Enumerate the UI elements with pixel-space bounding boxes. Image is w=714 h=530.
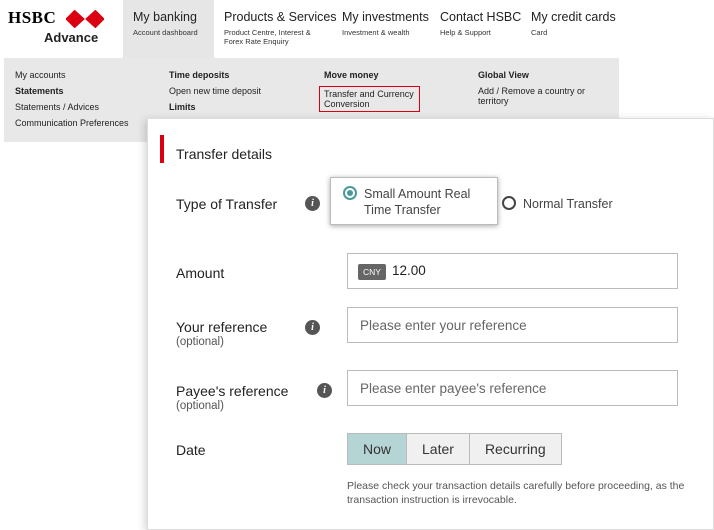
menu-link-communication-preferences[interactable]: Communication Preferences	[15, 118, 129, 128]
nav-tab-sublabel: Investment & wealth	[342, 28, 410, 37]
brand-tier: Advance	[44, 30, 99, 45]
date-label: Date	[176, 442, 206, 458]
nav-tab-my-credit-cards[interactable]: My credit cards Card	[521, 0, 621, 58]
amount-value[interactable]: 12.00	[392, 263, 426, 278]
nav-tab-label: Contact HSBC	[440, 10, 522, 24]
nav-tab-sublabel: Help & Support	[440, 28, 491, 37]
info-icon[interactable]: i	[317, 383, 332, 398]
transfer-details-panel: Transfer details Type of Transfer i Smal…	[147, 118, 714, 530]
section-title: Transfer details	[176, 146, 272, 162]
menu-link-transfer-currency-conversion[interactable]: Transfer and Currency Conversion	[319, 86, 420, 112]
nav-tab-sublabel: Account dashboard	[133, 28, 198, 37]
radio-small-amount-realtime[interactable]	[343, 186, 357, 200]
date-option-later[interactable]: Later	[407, 434, 470, 464]
menu-column-accounts: My accounts Statements Statements / Advi…	[15, 70, 129, 134]
menu-link-open-time-deposit[interactable]: Open new time deposit	[169, 86, 261, 96]
date-selector: Now Later Recurring	[347, 433, 562, 465]
nav-tab-contact-hsbc[interactable]: Contact HSBC Help & Support	[430, 0, 522, 58]
nav-tab-products-services[interactable]: Products & Services Product Centre, Inte…	[214, 0, 337, 58]
menu-heading-time-deposits: Time deposits	[169, 70, 230, 80]
nav-tab-sublabel: Product Centre, Interest & Forex Rate En…	[224, 28, 311, 46]
radio-normal-transfer-label[interactable]: Normal Transfer	[523, 196, 613, 212]
payee-reference-label: Payee's reference	[176, 383, 289, 399]
nav-tab-label: My investments	[342, 10, 429, 24]
amount-field[interactable]: CNY 12.00	[347, 253, 678, 289]
info-icon[interactable]: i	[305, 320, 320, 335]
menu-link-my-accounts[interactable]: My accounts	[15, 70, 129, 80]
hexagon-logo-icon	[66, 10, 104, 28]
your-reference-label: Your reference	[176, 319, 268, 335]
nav-tab-my-investments[interactable]: My investments Investment & wealth	[332, 0, 429, 58]
menu-link-add-remove-country[interactable]: Add / Remove a country or territory	[478, 86, 608, 106]
radio-normal-transfer[interactable]	[502, 196, 516, 210]
nav-tab-sublabel: Card	[531, 28, 548, 37]
nav-tab-label: My credit cards	[531, 10, 616, 24]
payee-reference-optional: (optional)	[176, 400, 224, 412]
menu-column-global-view: Global View Add / Remove a country or te…	[478, 70, 608, 112]
nav-tab-label: Products & Services	[224, 10, 337, 24]
nav-tab-label: My banking	[133, 10, 197, 24]
date-option-recurring[interactable]: Recurring	[469, 434, 561, 464]
menu-heading-global-view: Global View	[478, 70, 529, 80]
your-reference-input[interactable]	[348, 308, 677, 342]
nav-tab-my-banking[interactable]: My banking Account dashboard	[123, 0, 214, 58]
payee-reference-input[interactable]	[348, 371, 677, 405]
section-accent-bar	[160, 135, 164, 163]
date-option-now[interactable]: Now	[348, 434, 408, 464]
small-amount-option-highlight: Small Amount Real Time Transfer	[330, 177, 498, 225]
menu-heading-move-money: Move money	[324, 70, 379, 80]
menu-link-statements[interactable]: Statements	[15, 86, 129, 96]
radio-small-amount-label[interactable]: Small Amount Real Time Transfer	[364, 186, 494, 218]
hsbc-logo[interactable]: HSBC Advance	[8, 8, 112, 50]
currency-badge: CNY	[358, 264, 386, 280]
top-navigation: HSBC Advance My banking Account dashboar…	[0, 0, 714, 58]
menu-column-time-deposits: Time deposits Open new time deposit Limi…	[169, 70, 261, 118]
brand-name: HSBC	[8, 8, 57, 27]
your-reference-field[interactable]	[347, 307, 678, 343]
info-icon[interactable]: i	[305, 196, 320, 211]
irrevocable-notice: Please check your transaction details ca…	[347, 480, 685, 506]
menu-column-move-money: Move money Transfer and Currency Convers…	[319, 70, 420, 118]
menu-heading-limits[interactable]: Limits	[169, 102, 261, 112]
menu-link-statements-advices[interactable]: Statements / Advices	[15, 102, 129, 112]
payee-reference-field[interactable]	[347, 370, 678, 406]
your-reference-optional: (optional)	[176, 336, 224, 348]
type-of-transfer-label: Type of Transfer	[176, 196, 278, 212]
amount-label: Amount	[176, 265, 225, 281]
